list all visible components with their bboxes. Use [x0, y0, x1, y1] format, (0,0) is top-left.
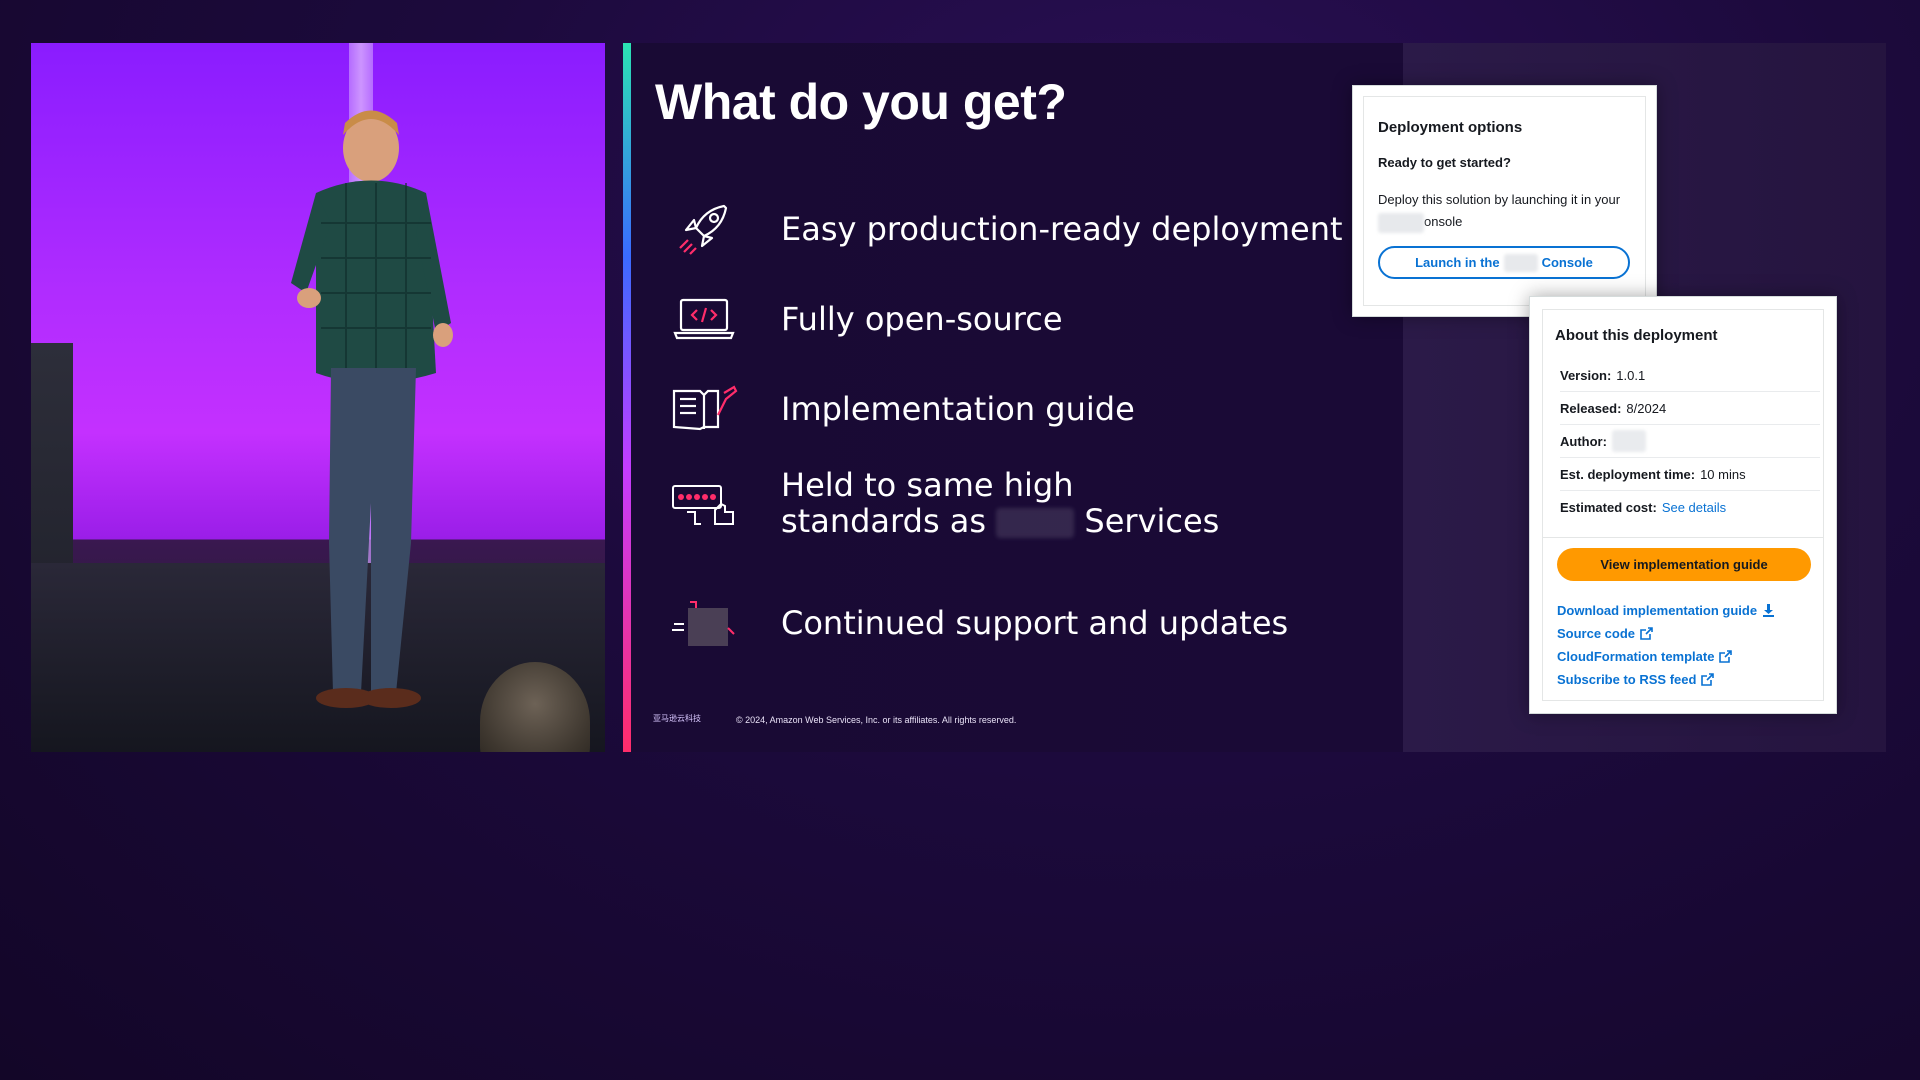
- released-row: Released: 8/2024: [1560, 392, 1820, 425]
- rss-feed-link[interactable]: Subscribe to RSS feed: [1557, 668, 1775, 691]
- company-logo: 亚马逊云科技: [653, 714, 701, 723]
- feature-label-line2-suffix: Services: [1084, 502, 1220, 540]
- copyright-text: © 2024, Amazon Web Services, Inc. or its…: [736, 715, 1017, 725]
- external-link-icon: [1640, 627, 1653, 640]
- version-label: Version:: [1560, 367, 1612, 383]
- redacted-text: [1503, 253, 1538, 272]
- external-link-icon: [1719, 650, 1733, 663]
- feature-item: Held to same high standards as Services: [669, 467, 1219, 539]
- slide-accent-bar: [623, 43, 631, 752]
- deployment-time-value: 10 mins: [1700, 466, 1746, 482]
- feature-label: Continued support and updates: [781, 604, 1289, 642]
- laptop-code-icon: [669, 287, 739, 351]
- feature-item: Implementation guide: [669, 377, 1135, 441]
- rating-thumbs-up-icon: [669, 471, 739, 535]
- deployment-details: Version: 1.0.1 Released: 8/2024 Author: …: [1560, 359, 1820, 523]
- book-pencil-icon: [669, 377, 739, 441]
- feature-label-line2-prefix: standards as: [781, 502, 987, 540]
- source-code-label: Source code: [1557, 626, 1636, 641]
- deployment-time-row: Est. deployment time: 10 mins: [1560, 458, 1820, 491]
- estimated-cost-label: Estimated cost:: [1560, 499, 1657, 515]
- author-label: Author:: [1560, 433, 1607, 449]
- launch-console-button[interactable]: Launch in the Console: [1378, 246, 1630, 279]
- rocket-icon: [669, 197, 739, 261]
- version-row: Version: 1.0.1: [1560, 359, 1820, 392]
- divider: [1542, 537, 1824, 538]
- resource-links: Download implementation guide Source cod…: [1557, 599, 1775, 691]
- about-deployment-title: About this deployment: [1555, 327, 1718, 344]
- redacted-text: [1378, 212, 1424, 233]
- deployment-options-subtitle: Ready to get started?: [1378, 155, 1511, 170]
- view-implementation-guide-button[interactable]: View implementation guide: [1557, 548, 1811, 581]
- support-tools-icon: [669, 591, 739, 655]
- rss-feed-label: Subscribe to RSS feed: [1557, 672, 1697, 687]
- cloudformation-template-label: CloudFormation template: [1557, 649, 1715, 664]
- description-suffix: onsole: [1424, 214, 1463, 229]
- version-value: 1.0.1: [1616, 367, 1646, 383]
- about-deployment-card: About this deployment Version: 1.0.1 Rel…: [1529, 296, 1837, 714]
- deployment-options-title: Deployment options: [1378, 119, 1523, 136]
- feature-label: Implementation guide: [781, 390, 1135, 428]
- feature-label-line1: Held to same high: [781, 466, 1074, 504]
- see-details-link[interactable]: See details: [1662, 500, 1726, 515]
- estimated-cost-row: Estimated cost: See details: [1560, 491, 1820, 523]
- deployment-options-description: Deploy this solution by launching it in …: [1378, 189, 1633, 233]
- presenter-video: [31, 43, 605, 752]
- feature-item: Continued support and updates: [669, 591, 1288, 655]
- slide-title: What do you get?: [655, 74, 1067, 130]
- redacted-text: [996, 508, 1075, 538]
- cloudformation-template-link[interactable]: CloudFormation template: [1557, 645, 1775, 668]
- deployment-options-card: Deployment options Ready to get started?…: [1352, 85, 1657, 317]
- launch-button-suffix: Console: [1541, 255, 1593, 270]
- feature-label: Easy production-ready deployment: [781, 210, 1343, 248]
- presenter-figure: [291, 110, 453, 708]
- download-guide-link[interactable]: Download implementation guide: [1557, 599, 1775, 622]
- redacted-text: [1611, 430, 1646, 452]
- feature-label-multiline: Held to same high standards as Services: [781, 467, 1219, 539]
- description-prefix: Deploy this solution by launching it in …: [1378, 192, 1621, 207]
- released-label: Released:: [1560, 400, 1622, 416]
- feature-item: Fully open-source: [669, 287, 1063, 351]
- feature-item: Easy production-ready deployment: [669, 197, 1343, 261]
- source-code-link[interactable]: Source code: [1557, 622, 1775, 645]
- feature-label: Fully open-source: [781, 300, 1063, 338]
- deployment-time-label: Est. deployment time:: [1560, 466, 1696, 482]
- released-value: 8/2024: [1626, 400, 1667, 416]
- download-icon: [1763, 604, 1775, 617]
- launch-button-prefix: Launch in the: [1415, 255, 1500, 270]
- external-link-icon: [1701, 673, 1715, 686]
- author-row: Author:: [1560, 425, 1820, 458]
- download-guide-label: Download implementation guide: [1557, 603, 1758, 618]
